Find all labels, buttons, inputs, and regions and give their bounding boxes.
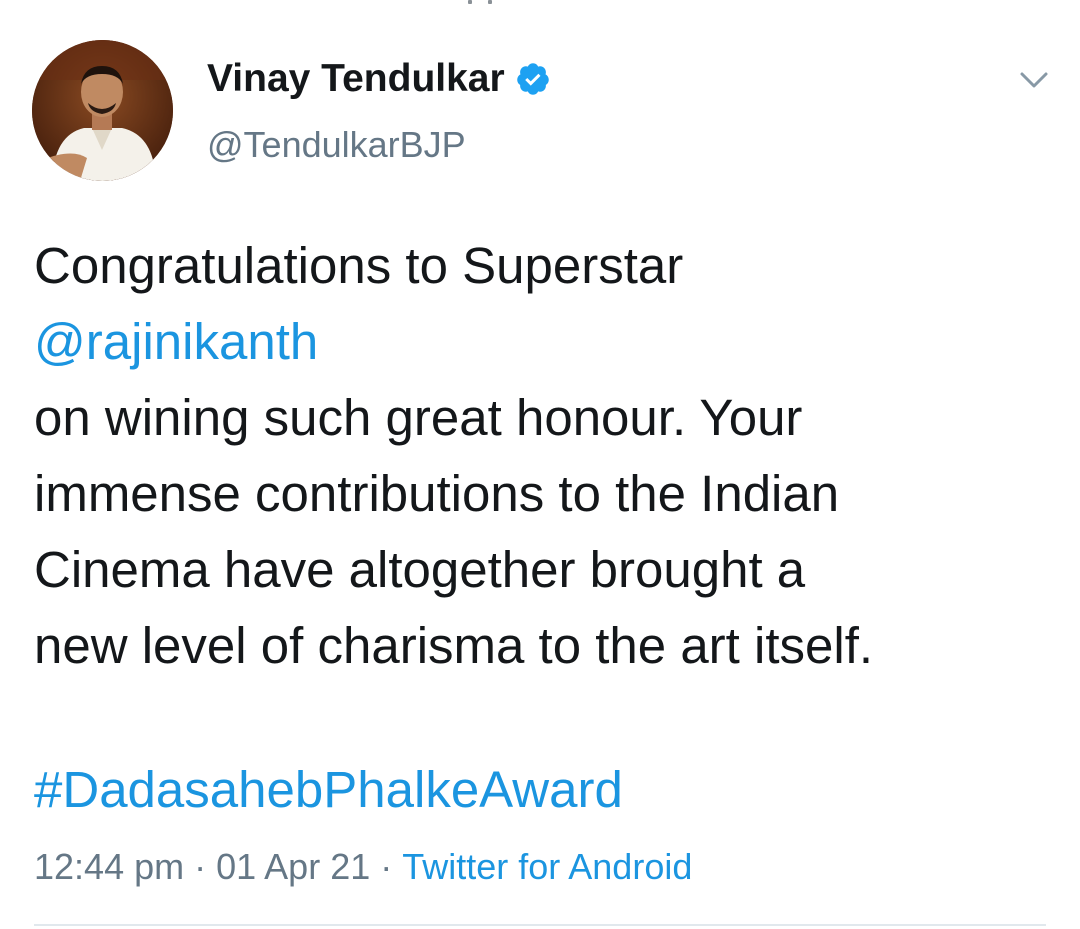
hashtag-link[interactable]: #DadasahebPhalkeAward [34,752,623,828]
mention-link[interactable]: @rajinikanth [34,304,1054,380]
tweet-text-line: Congratulations to Superstar [34,237,684,294]
author-handle[interactable]: @TendulkarBJP [207,124,466,166]
tweet-time[interactable]: 12:44 pm [34,842,184,892]
avatar[interactable] [32,40,173,181]
verified-badge-icon [515,61,551,97]
tweet-metadata: 12:44 pm · 01 Apr 21 · Twitter for Andro… [34,842,692,892]
tweet-source-link[interactable]: Twitter for Android [402,842,692,892]
tweet-date[interactable]: 01 Apr 21 [216,842,370,892]
meta-separator: · [380,846,393,887]
divider [34,924,1046,926]
tweet-text-line: on wining such great honour. Your [34,389,803,446]
chevron-down-icon[interactable] [1018,64,1050,96]
author-name-row: Vinay Tendulkar [207,54,551,104]
tweet-text-line: immense contributions to the Indian [34,465,840,522]
fragment-mark [468,0,472,4]
profile-photo-icon [32,40,173,181]
tweet-text-line: Cinema have altogether brought a [34,541,806,598]
tweet-text: Congratulations to Superstar @rajinikant… [34,228,1054,684]
author-display-name[interactable]: Vinay Tendulkar [207,57,505,101]
fragment-mark [488,0,492,4]
tweet-text-line: new level of charisma to the art itself. [34,617,874,674]
meta-separator: · [194,846,207,887]
previous-content-fragment [0,0,1080,6]
